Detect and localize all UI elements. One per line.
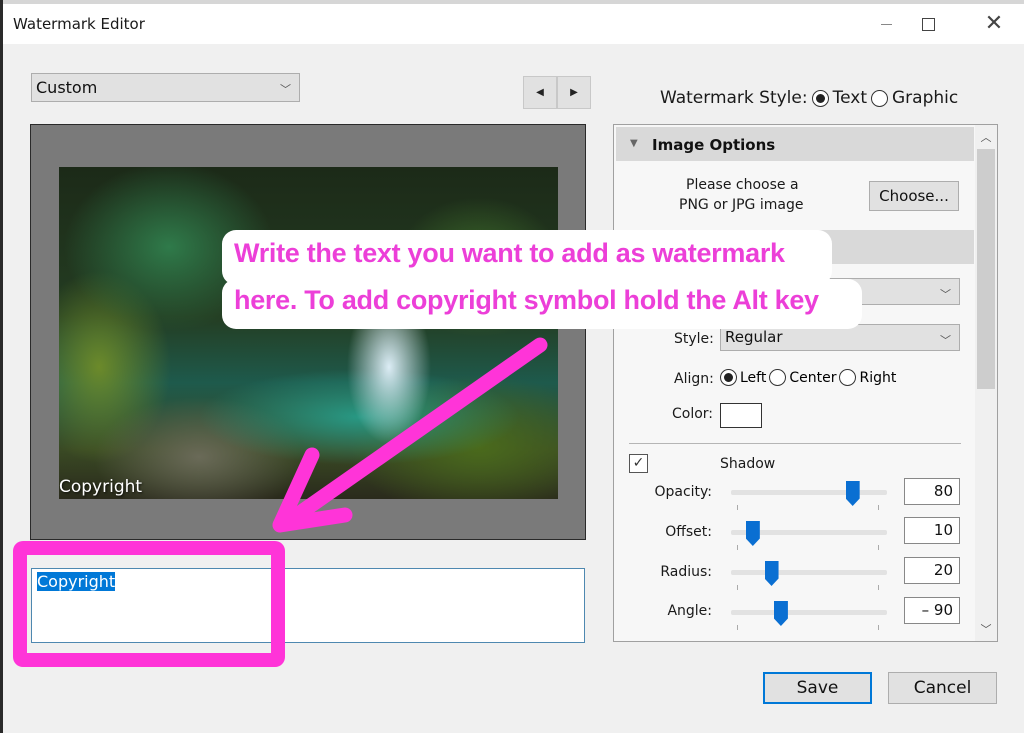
angle-slider-track[interactable] (731, 610, 887, 615)
slider-tick (737, 585, 738, 590)
align-center-radio[interactable] (769, 369, 787, 386)
chevron-down-icon: ﹀ (280, 83, 291, 96)
radius-label: Radius: (660, 564, 712, 580)
align-right-label: Right (859, 369, 897, 386)
slider-tick (878, 505, 879, 510)
choose-image-button[interactable]: Choose... (869, 181, 959, 211)
next-image-button[interactable]: ▶ (557, 76, 591, 109)
shadow-label: Shadow (720, 456, 776, 472)
preview-area: Copyright (30, 124, 586, 540)
slider-tick (878, 545, 879, 550)
angle-value-field[interactable]: – 90 (904, 597, 960, 624)
image-hint-line1: Please choose a (686, 177, 799, 193)
previous-image-button[interactable]: ◀ (523, 76, 557, 109)
close-icon: ✕ (984, 11, 1004, 36)
save-button[interactable]: Save (763, 672, 872, 704)
opacity-label: Opacity: (654, 484, 712, 500)
radius-value-field[interactable]: 20 (904, 557, 960, 584)
slider-tick (737, 505, 738, 510)
chevron-down-icon: ﹀ (940, 288, 951, 301)
cancel-button[interactable]: Cancel (888, 672, 997, 704)
offset-value-field[interactable]: 10 (904, 517, 960, 544)
align-center-label: Center (789, 369, 837, 386)
minimize-icon (880, 23, 892, 25)
slider-tick (878, 585, 879, 590)
slider-tick (737, 625, 738, 630)
font-style-value: Regular (725, 328, 783, 346)
align-left-label: Left (740, 369, 767, 386)
opacity-slider-knob[interactable] (845, 481, 860, 506)
window-left-edge (0, 0, 3, 733)
angle-slider-knob[interactable] (773, 601, 788, 626)
style-label: Style: (674, 331, 714, 347)
options-panel: ▼ Image Options Please choose a PNG or J… (613, 124, 998, 642)
radius-slider-track[interactable] (731, 570, 887, 575)
watermark-editor-window: Watermark Editor ✕ Custom ﹀ ◀ ▶ Watermar… (0, 0, 1024, 733)
radius-slider-knob[interactable] (764, 561, 779, 586)
scroll-up-icon[interactable]: ︿ (975, 129, 997, 145)
scroll-down-icon[interactable]: ﹀ (975, 621, 997, 637)
opacity-value-field[interactable]: 80 (904, 478, 960, 505)
style-graphic-label: Graphic (892, 88, 959, 108)
style-text-label: Text (832, 88, 867, 108)
watermark-preview-text: Copyright (59, 477, 143, 497)
style-text-radio[interactable] (811, 89, 829, 107)
slider-tick (737, 545, 738, 550)
image-hint-line2: PNG or JPG image (679, 197, 804, 213)
preset-value: Custom (36, 78, 98, 97)
triangle-right-icon: ▶ (570, 87, 578, 98)
title-bar: Watermark Editor ✕ (3, 4, 1024, 44)
preview-photo: Copyright (59, 167, 558, 499)
annotation-highlight-box (13, 541, 285, 667)
offset-label: Offset: (665, 524, 712, 540)
align-options: Left Center Right (720, 369, 896, 386)
color-label: Color: (672, 406, 714, 422)
opacity-slider-track[interactable] (731, 490, 887, 495)
scrollbar-thumb[interactable] (977, 149, 995, 389)
close-button[interactable]: ✕ (969, 4, 1019, 44)
image-options-title: Image Options (652, 136, 776, 154)
offset-slider-knob[interactable] (745, 521, 760, 546)
triangle-left-icon: ◀ (536, 87, 544, 98)
watermark-style-label: Watermark Style: (660, 88, 808, 108)
style-graphic-radio[interactable] (871, 89, 888, 107)
preview-nav: ◀ ▶ (523, 76, 591, 109)
align-label: Align: (674, 371, 714, 387)
window-title: Watermark Editor (13, 15, 145, 33)
watermark-style-row: Watermark Style: Text Graphic (660, 88, 958, 108)
collapse-triangle-icon: ▼ (630, 138, 638, 149)
annotation-line2: here. To add copyright symbol hold the A… (234, 285, 819, 315)
slider-tick (878, 625, 879, 630)
text-color-swatch[interactable] (720, 403, 762, 428)
shadow-checkbox[interactable]: ✓ (629, 454, 648, 473)
panel-scrollbar[interactable]: ︿ ﹀ (975, 125, 997, 641)
preset-dropdown[interactable]: Custom ﹀ (31, 73, 300, 102)
maximize-icon (921, 17, 935, 31)
align-right-radio[interactable] (839, 369, 857, 386)
angle-label: Angle: (667, 603, 712, 619)
align-left-radio[interactable] (720, 369, 737, 386)
chevron-down-icon: ﹀ (940, 334, 951, 347)
section-divider (629, 443, 961, 444)
image-options-header[interactable]: ▼ Image Options (616, 127, 974, 161)
maximize-button[interactable] (903, 4, 953, 44)
annotation-line1: Write the text you want to add as waterm… (234, 238, 785, 268)
